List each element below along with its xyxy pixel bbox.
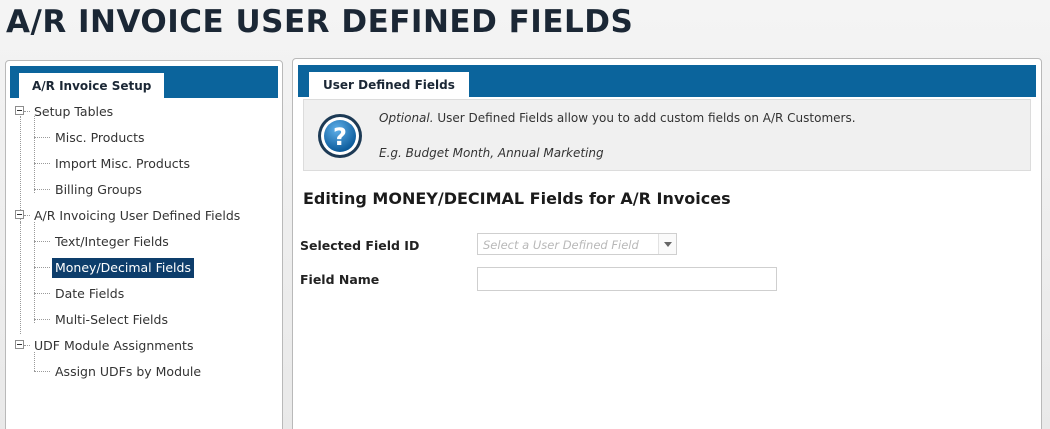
tree-item-assign-udfs-by-module[interactable]: Assign UDFs by Module bbox=[52, 362, 204, 382]
tree-connector bbox=[24, 345, 30, 346]
tree-connector bbox=[24, 111, 30, 112]
tree-item-import-misc-products[interactable]: Import Misc. Products bbox=[52, 154, 193, 174]
tree-item-setup-tables[interactable]: Setup Tables bbox=[31, 102, 116, 122]
svg-text:?: ? bbox=[333, 123, 347, 151]
tree-item-multi-select-fields[interactable]: Multi-Select Fields bbox=[52, 310, 171, 330]
info-description: Optional. User Defined Fields allow you … bbox=[379, 111, 856, 125]
page-title: A/R INVOICE USER DEFINED FIELDS bbox=[6, 4, 634, 40]
tab-ar-invoice-setup[interactable]: A/R Invoice Setup bbox=[18, 72, 166, 98]
section-title: Editing MONEY/DECIMAL Fields for A/R Inv… bbox=[303, 189, 731, 208]
tree-connector bbox=[34, 371, 50, 372]
tree-connector bbox=[20, 116, 21, 222]
info-optional: Optional. bbox=[379, 111, 434, 125]
tree-connector bbox=[34, 222, 35, 323]
help-question-icon: ? bbox=[318, 114, 362, 158]
info-example: E.g. Budget Month, Annual Marketing bbox=[379, 146, 604, 160]
tree-item-text-integer-fields[interactable]: Text/Integer Fields bbox=[52, 232, 172, 252]
right-panel-header: User Defined Fields bbox=[298, 65, 1036, 97]
tree-connector bbox=[34, 293, 50, 294]
field-name-label: Field Name bbox=[300, 272, 380, 287]
tree-connector bbox=[24, 215, 30, 216]
tree-connector bbox=[34, 163, 50, 164]
setup-navigation-panel: A/R Invoice Setup Setup Tables Misc. Pro… bbox=[5, 60, 283, 429]
tree-item-billing-groups[interactable]: Billing Groups bbox=[52, 180, 145, 200]
tree-connector bbox=[34, 319, 50, 320]
collapse-icon[interactable] bbox=[15, 210, 24, 219]
field-name-input[interactable] bbox=[477, 267, 777, 291]
tree-connector bbox=[34, 189, 50, 190]
tree-connector bbox=[34, 267, 50, 268]
tree-item-ar-invoicing-udf[interactable]: A/R Invoicing User Defined Fields bbox=[31, 206, 243, 226]
chevron-down-icon[interactable] bbox=[658, 234, 676, 254]
collapse-icon[interactable] bbox=[15, 340, 24, 349]
tree-connector bbox=[20, 222, 21, 334]
collapse-icon[interactable] bbox=[15, 106, 24, 115]
selected-field-placeholder: Select a User Defined Field bbox=[483, 238, 639, 252]
tree-item-misc-products[interactable]: Misc. Products bbox=[52, 128, 148, 148]
selected-field-id-label: Selected Field ID bbox=[300, 238, 420, 253]
info-box: ? Optional. User Defined Fields allow yo… bbox=[303, 99, 1031, 171]
info-line2: E.g. Budget Month, Annual Marketing bbox=[379, 146, 604, 160]
setup-tree: Setup Tables Misc. Products Import Misc.… bbox=[10, 99, 278, 429]
tab-user-defined-fields[interactable]: User Defined Fields bbox=[308, 71, 470, 97]
tree-item-udf-module-assignments[interactable]: UDF Module Assignments bbox=[31, 336, 196, 356]
left-panel-header: A/R Invoice Setup bbox=[10, 66, 278, 98]
tree-connector bbox=[34, 241, 50, 242]
tree-connector bbox=[34, 116, 35, 193]
info-line1: User Defined Fields allow you to add cus… bbox=[433, 111, 856, 125]
user-defined-fields-panel: User Defined Fields ? Optional. User Def… bbox=[292, 58, 1042, 429]
tree-item-date-fields[interactable]: Date Fields bbox=[52, 284, 127, 304]
tree-connector bbox=[34, 137, 50, 138]
tree-item-money-decimal-fields[interactable]: Money/Decimal Fields bbox=[52, 258, 194, 278]
selected-field-dropdown[interactable]: Select a User Defined Field bbox=[477, 233, 677, 255]
